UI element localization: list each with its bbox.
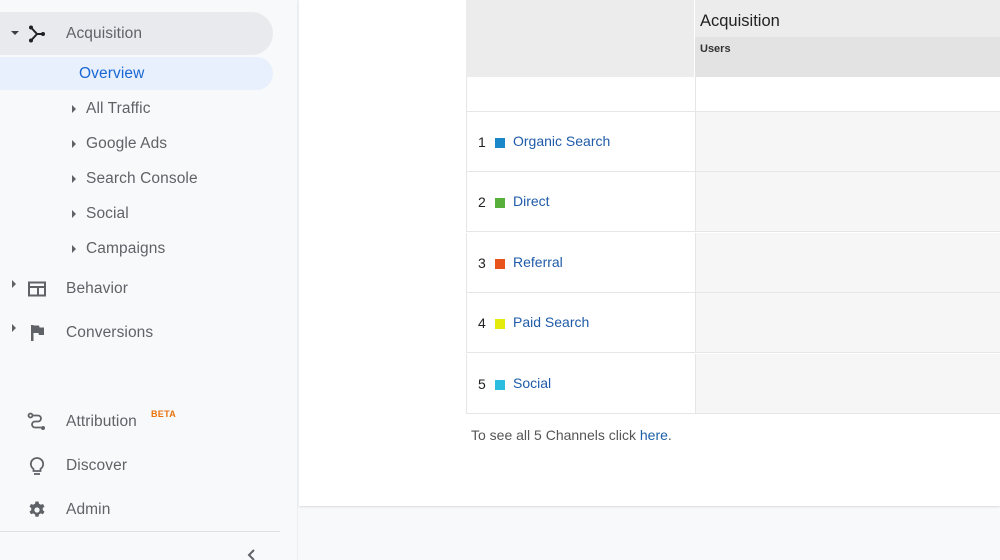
table-row: 2 Direct: [466, 172, 1000, 232]
table-header-dimension: [466, 0, 694, 77]
channel-link[interactable]: Paid Search: [513, 314, 589, 330]
table-cell-channel: 3 Referral: [466, 233, 694, 292]
table-cell-channel: 2 Direct: [466, 172, 694, 231]
sidebar-item-search-console[interactable]: Search Console: [72, 170, 198, 188]
channel-color-swatch: [495, 380, 505, 390]
table-cell-users: [695, 233, 1000, 292]
footnote-period: .: [667, 427, 672, 443]
channel-link[interactable]: Referral: [513, 254, 563, 270]
flag-icon: [31, 325, 44, 341]
channel-color-swatch: [495, 198, 505, 208]
sidebar-item-conversions[interactable]: [12, 324, 16, 332]
row-rank: 2: [478, 194, 486, 210]
footnote-text: To see all 5 Channels click: [471, 427, 640, 443]
table-cell-channel: 1 Organic Search: [466, 112, 694, 171]
table-cell-users: [695, 172, 1000, 231]
table-cell-channel: 4 Paid Search: [466, 293, 694, 352]
caret-down-icon[interactable]: [11, 31, 19, 35]
sidebar-item-campaigns[interactable]: Campaigns: [72, 240, 165, 258]
row-rank: 1: [478, 134, 486, 150]
sidebar-item-label: Campaigns: [86, 240, 166, 257]
sidebar-item-label: Social: [86, 205, 129, 222]
sidebar-item-social[interactable]: Social: [72, 205, 129, 223]
caret-right-icon: [72, 175, 76, 183]
lightbulb-icon: [29, 457, 45, 475]
table-summary-row: [466, 77, 1000, 112]
row-rank: 4: [478, 315, 486, 331]
table-header-column: [695, 37, 1000, 77]
column-header-users[interactable]: Users: [700, 43, 731, 55]
sidebar-item-behavior[interactable]: [12, 280, 16, 288]
sidebar-divider: [0, 531, 280, 532]
sidebar-label-behavior[interactable]: Behavior: [66, 280, 128, 298]
table-cell-users: [695, 112, 1000, 171]
acquisition-icon: [29, 25, 45, 43]
row-rank: 3: [478, 255, 486, 271]
table-cell-channel: 5 Social: [466, 354, 694, 413]
table-cell: [466, 77, 694, 111]
channel-link[interactable]: Social: [513, 375, 551, 391]
table-cell-users: [695, 293, 1000, 352]
sidebar: Acquisition Overview All Traffic Google …: [0, 0, 298, 560]
caret-right-icon: [12, 324, 16, 332]
see-all-link[interactable]: here: [640, 427, 668, 443]
attribution-icon: [27, 412, 45, 430]
table-row: 4 Paid Search: [466, 293, 1000, 353]
channel-link[interactable]: Organic Search: [513, 133, 610, 149]
table-cell-users: [695, 354, 1000, 413]
behavior-icon: [28, 281, 46, 297]
sidebar-item-admin[interactable]: Admin: [66, 501, 110, 519]
sidebar-item-all-traffic[interactable]: All Traffic: [72, 100, 151, 118]
beta-badge: BETA: [151, 409, 177, 419]
table-row: 3 Referral: [466, 233, 1000, 293]
table-row: 1 Organic Search: [466, 112, 1000, 172]
channel-color-swatch: [495, 138, 505, 148]
table-cell: [695, 77, 1000, 111]
sidebar-item-google-ads[interactable]: Google Ads: [72, 135, 167, 153]
chevron-left-icon[interactable]: [246, 548, 258, 560]
table-row: 5 Social: [466, 354, 1000, 414]
sidebar-item-label: Search Console: [86, 170, 198, 187]
sidebar-label-conversions[interactable]: Conversions: [66, 324, 153, 342]
caret-right-icon: [72, 140, 76, 148]
sidebar-item-overview[interactable]: Overview: [79, 65, 144, 83]
caret-right-icon: [12, 280, 16, 288]
footnote: To see all 5 Channels click here.: [471, 427, 672, 443]
column-group-title: Acquisition: [700, 12, 780, 30]
channel-color-swatch: [495, 259, 505, 269]
sidebar-label-acquisition: Acquisition: [66, 25, 143, 42]
sidebar-item-label: All Traffic: [86, 100, 151, 117]
sidebar-item-label: Google Ads: [86, 135, 168, 152]
channel-link[interactable]: Direct: [513, 193, 550, 209]
caret-right-icon: [72, 245, 76, 253]
channel-color-swatch: [495, 319, 505, 329]
sidebar-item-attribution[interactable]: Attribution: [66, 413, 137, 431]
sidebar-item-discover[interactable]: Discover: [66, 457, 127, 475]
row-rank: 5: [478, 376, 486, 392]
gear-icon: [29, 501, 45, 517]
caret-right-icon: [72, 210, 76, 218]
caret-right-icon: [72, 105, 76, 113]
